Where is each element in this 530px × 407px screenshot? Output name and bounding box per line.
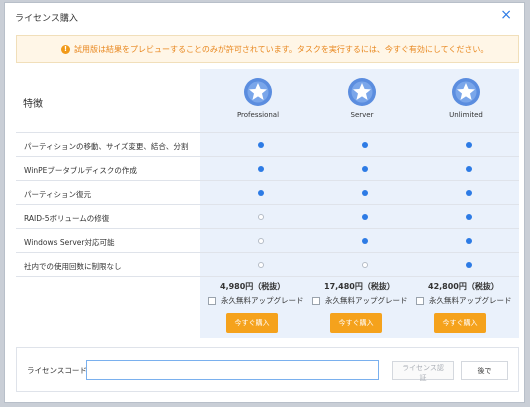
title-bar: ライセンス購入 × (5, 3, 524, 29)
license-code-panel: ライセンスコード ライセンス認証 後で (16, 347, 519, 392)
feature-row: 社内での使用回数に制限なし (16, 252, 519, 277)
features-heading: 特徴 (23, 99, 43, 110)
upgrade-label: 永久無料アップグレード (221, 296, 304, 305)
later-button[interactable]: 後で (461, 361, 508, 380)
supported-dot (362, 190, 368, 196)
supported-dot (466, 238, 472, 244)
feature-label: 社内での使用回数に制限なし (24, 262, 122, 271)
supported-dot (258, 166, 264, 172)
plan-header-server: Server (312, 77, 412, 119)
pricing-unlimited: 42,800円（税抜） 永久無料アップグレード 今すぐ購入 (416, 281, 520, 333)
feature-label: Windows Server対応可能 (24, 238, 115, 247)
feature-label: WinPEブータブルディスクの作成 (24, 166, 137, 175)
plan-name: Professional (236, 111, 280, 119)
plan-name: Unlimited (449, 111, 483, 119)
feature-row: RAID-5ボリュームの修復 (16, 204, 519, 229)
plan-header-professional: Professional (208, 77, 308, 119)
feature-row: WinPEブータブルディスクの作成 (16, 156, 519, 181)
price-label: 4,980円（税抜） (220, 282, 286, 291)
upgrade-checkbox[interactable] (312, 296, 320, 305)
supported-dot (466, 166, 472, 172)
star-badge-icon (452, 78, 480, 106)
plan-name: Server (350, 111, 374, 119)
buy-now-button[interactable]: 今すぐ購入 (226, 313, 278, 333)
upgrade-option[interactable]: 永久無料アップグレード (312, 295, 416, 306)
plan-header-unlimited: Unlimited (416, 77, 516, 119)
star-badge-icon (244, 78, 272, 106)
supported-dot (466, 262, 472, 268)
unsupported-dot (258, 214, 264, 220)
supported-dot (466, 214, 472, 220)
buy-now-button[interactable]: 今すぐ購入 (434, 313, 486, 333)
info-icon: ! (61, 44, 70, 54)
upgrade-option[interactable]: 永久無料アップグレード (416, 295, 520, 306)
supported-dot (362, 166, 368, 172)
unsupported-dot (258, 238, 264, 244)
feature-label: パーティション復元 (24, 190, 92, 199)
pricing-row: 4,980円（税抜） 永久無料アップグレード 今すぐ購入 17,480円（税抜）… (16, 276, 519, 339)
feature-comparison-table: 特徴 Professional Server Unlimited パーティション… (16, 69, 519, 338)
trial-notice-text: 試用版は結果をプレビューすることのみが許可されています。タスクを実行するには、今… (74, 44, 489, 54)
supported-dot (466, 190, 472, 196)
feature-label: パーティションの移動、サイズ変更、結合、分割 (24, 142, 189, 151)
upgrade-checkbox[interactable] (208, 296, 216, 305)
upgrade-checkbox[interactable] (416, 296, 424, 305)
license-code-label: ライセンスコード (27, 366, 87, 375)
feature-row: Windows Server対応可能 (16, 228, 519, 253)
close-icon[interactable]: × (500, 7, 512, 23)
supported-dot (258, 190, 264, 196)
feature-row: パーティション復元 (16, 180, 519, 205)
license-purchase-dialog: ライセンス購入 × ! 試用版は結果をプレビューすることのみが許可されています。… (4, 2, 525, 403)
authenticate-license-button[interactable]: ライセンス認証 (392, 361, 454, 382)
star-badge-icon (348, 78, 376, 106)
dialog-title: ライセンス購入 (15, 14, 78, 24)
feature-row: パーティションの移動、サイズ変更、結合、分割 (16, 132, 519, 157)
supported-dot (466, 142, 472, 148)
unsupported-dot (362, 262, 368, 268)
upgrade-option[interactable]: 永久無料アップグレード (208, 295, 312, 306)
supported-dot (362, 142, 368, 148)
unsupported-dot (258, 262, 264, 268)
upgrade-label: 永久無料アップグレード (325, 296, 408, 305)
pricing-server: 17,480円（税抜） 永久無料アップグレード 今すぐ購入 (312, 281, 416, 333)
price-label: 42,800円（税抜） (428, 282, 499, 291)
price-label: 17,480円（税抜） (324, 282, 395, 291)
supported-dot (362, 214, 368, 220)
supported-dot (258, 142, 264, 148)
feature-label: RAID-5ボリュームの修復 (24, 214, 110, 223)
buy-now-button[interactable]: 今すぐ購入 (330, 313, 382, 333)
license-code-input[interactable] (86, 360, 379, 380)
trial-notice: ! 試用版は結果をプレビューすることのみが許可されています。タスクを実行するには… (16, 35, 519, 63)
upgrade-label: 永久無料アップグレード (429, 296, 512, 305)
supported-dot (362, 238, 368, 244)
pricing-professional: 4,980円（税抜） 永久無料アップグレード 今すぐ購入 (208, 281, 312, 333)
